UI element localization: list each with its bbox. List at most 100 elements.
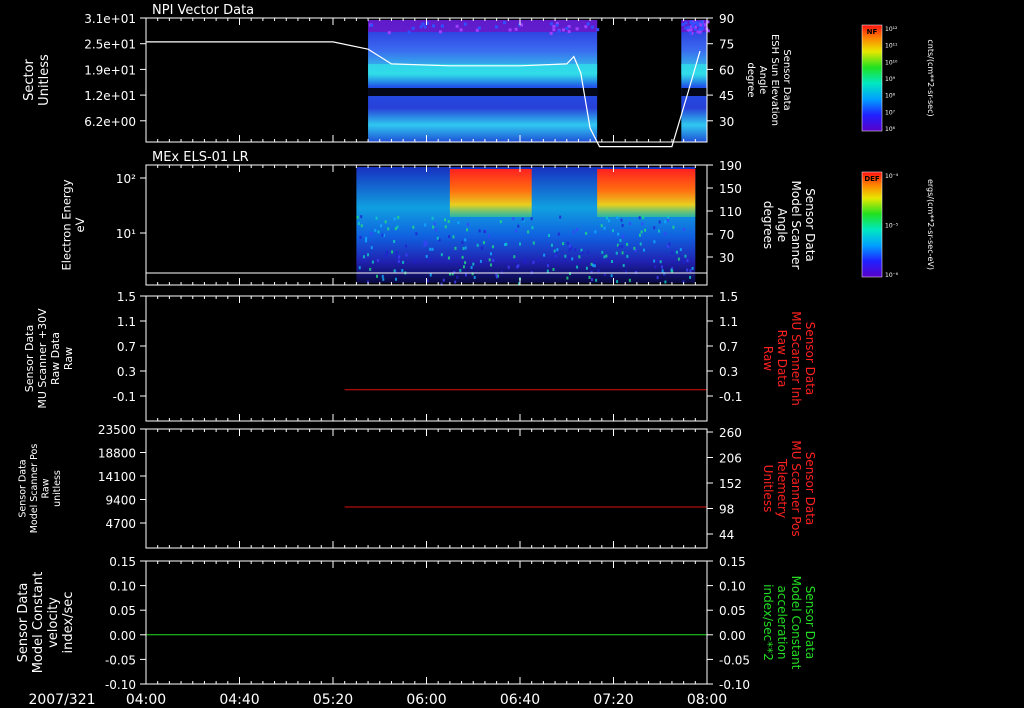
spectrogram-speckle [565,26,569,30]
spectrogram-speckle [601,250,604,254]
spectrogram-speckle [429,273,432,277]
y-tick-label: 1.9e+01 [84,63,136,77]
panel-title: MEx ELS-01 LR [152,150,249,165]
spectrogram-speckle [552,28,556,32]
y-tick-label: 9400 [105,494,136,508]
spectrogram-speckle [398,255,401,259]
spectrogram-speckle [597,269,600,273]
y-axis-right-label: Model Constant [789,576,803,670]
spectrogram-speckle [432,24,436,28]
spectrogram-speckle [548,234,551,238]
spectrogram-speckle [590,25,594,29]
y-tick-right-label: 110 [719,205,742,219]
spectrogram-speckle [505,242,508,246]
y-tick-right-label: -0.05 [719,653,750,667]
spectrogram-speckle [503,21,507,25]
spectrogram-speckle [488,258,491,262]
spectrogram-speckle [367,253,370,257]
spectrogram-speckle [672,225,675,229]
spectrogram-speckle [543,253,546,257]
spectrogram-speckle [591,278,594,282]
y-tick-right-label: 0.15 [719,555,746,569]
spectrogram-speckle [393,240,396,244]
spectrogram-speckle [370,246,373,250]
spectrogram-speckle [397,215,400,219]
panel-title: NPI Vector Data [152,3,254,18]
spectrogram-speckle [473,275,476,279]
y-axis-label: Raw [62,347,75,370]
spectrogram-speckle [666,218,669,222]
spectrogram-speckle [616,280,619,284]
spectrogram-speckle [444,218,447,222]
y-tick-right-label: 30 [719,115,734,129]
x-tick-label: 08:00 [687,692,727,708]
y-axis-right-label: Unitless [761,465,775,513]
spectrogram-speckle [360,215,363,219]
spectrogram-speckle [391,250,394,254]
spectrogram-speckle [369,267,372,271]
spectrogram-speckle [600,224,603,228]
spectrogram-speckle [620,218,623,222]
spectrogram-speckle [595,278,598,282]
spectrogram-speckle [691,266,694,270]
spectrogram-speckle [464,246,467,250]
spectrogram-speckle [700,20,704,24]
spectrogram-speckle [365,236,368,240]
spectrogram-speckle [520,23,524,27]
spectrogram-speckle [667,215,670,219]
spectrogram-speckle [691,22,695,26]
spectrogram-speckle [682,260,685,264]
spectrogram-speckle [610,274,613,278]
y-axis-label: index/sec [61,592,76,654]
spectrogram-speckle [438,238,441,242]
y-tick-right-label: 70 [719,228,734,242]
spectrogram-speckle [507,265,510,269]
spectrogram-speckle [615,251,618,255]
spectrogram-block [681,20,707,142]
y-tick-right-label: 44 [719,528,734,542]
spectrogram-speckle [462,265,465,269]
spectrogram-speckle [508,28,512,32]
spectrogram-speckle [397,259,400,263]
colorbar-tick-label: 10⁸ [885,93,896,100]
spectrogram-speckle [357,221,360,225]
spectrogram-speckle [447,256,450,260]
y-tick-right-label: 150 [719,182,742,196]
spectrogram-speckle [639,242,642,246]
spectrogram-speckle [387,31,391,35]
spectrogram-speckle [459,268,462,272]
colorbar-tick-label: 10⁹ [885,76,896,83]
y-axis-label: Model Constant [31,572,46,674]
panel-3: 1.5 1.1 0.7 0.3 -0.1 1.5 1.1 0.7 0.3 -0.1 Sensor D… [23,290,817,422]
spectrogram-speckle [653,259,656,263]
spectrogram-speckle [489,263,492,267]
spectrogram-speckle [593,261,596,265]
spectrogram-speckle [423,243,426,247]
y-axis-right-label: MU Scanner Inh [789,311,803,406]
colorbar-tick-label: 10¹⁰ [885,59,898,66]
spectrogram-speckle [567,30,571,34]
spectrogram-speckle [549,31,553,35]
spectrogram-speckle [701,27,705,31]
spectrogram-speckle [459,28,463,32]
spectrogram-speckle [455,24,459,28]
y-axis-label: Raw Data [49,332,62,385]
colorbar-tick-label: 10⁻⁶ [885,272,899,279]
spectrogram-speckle [452,235,455,239]
spectrogram-speckle [374,228,377,232]
timeseries-figure: NPI Vector Data 3.1e+01 2.5e+01 1.9e+01 1.2e… [16,3,935,708]
spectrogram-speckle [377,230,380,234]
spectrogram-speckle [644,228,647,232]
y-axis-label: Sensor Data [16,583,31,663]
spectrogram-speckle [532,260,535,264]
spectrogram-speckle [393,217,396,221]
spectrogram-speckle [622,235,625,239]
spectrogram-speckle [448,235,451,239]
y-axis-label: Raw [41,478,52,498]
spectrogram-speckle [626,242,629,246]
spectrogram-speckle [667,244,670,248]
spectrogram-speckle [436,236,439,240]
spectrogram-speckle [605,254,608,258]
spectrogram-speckle [638,233,641,237]
spectrogram-speckle [658,220,661,224]
